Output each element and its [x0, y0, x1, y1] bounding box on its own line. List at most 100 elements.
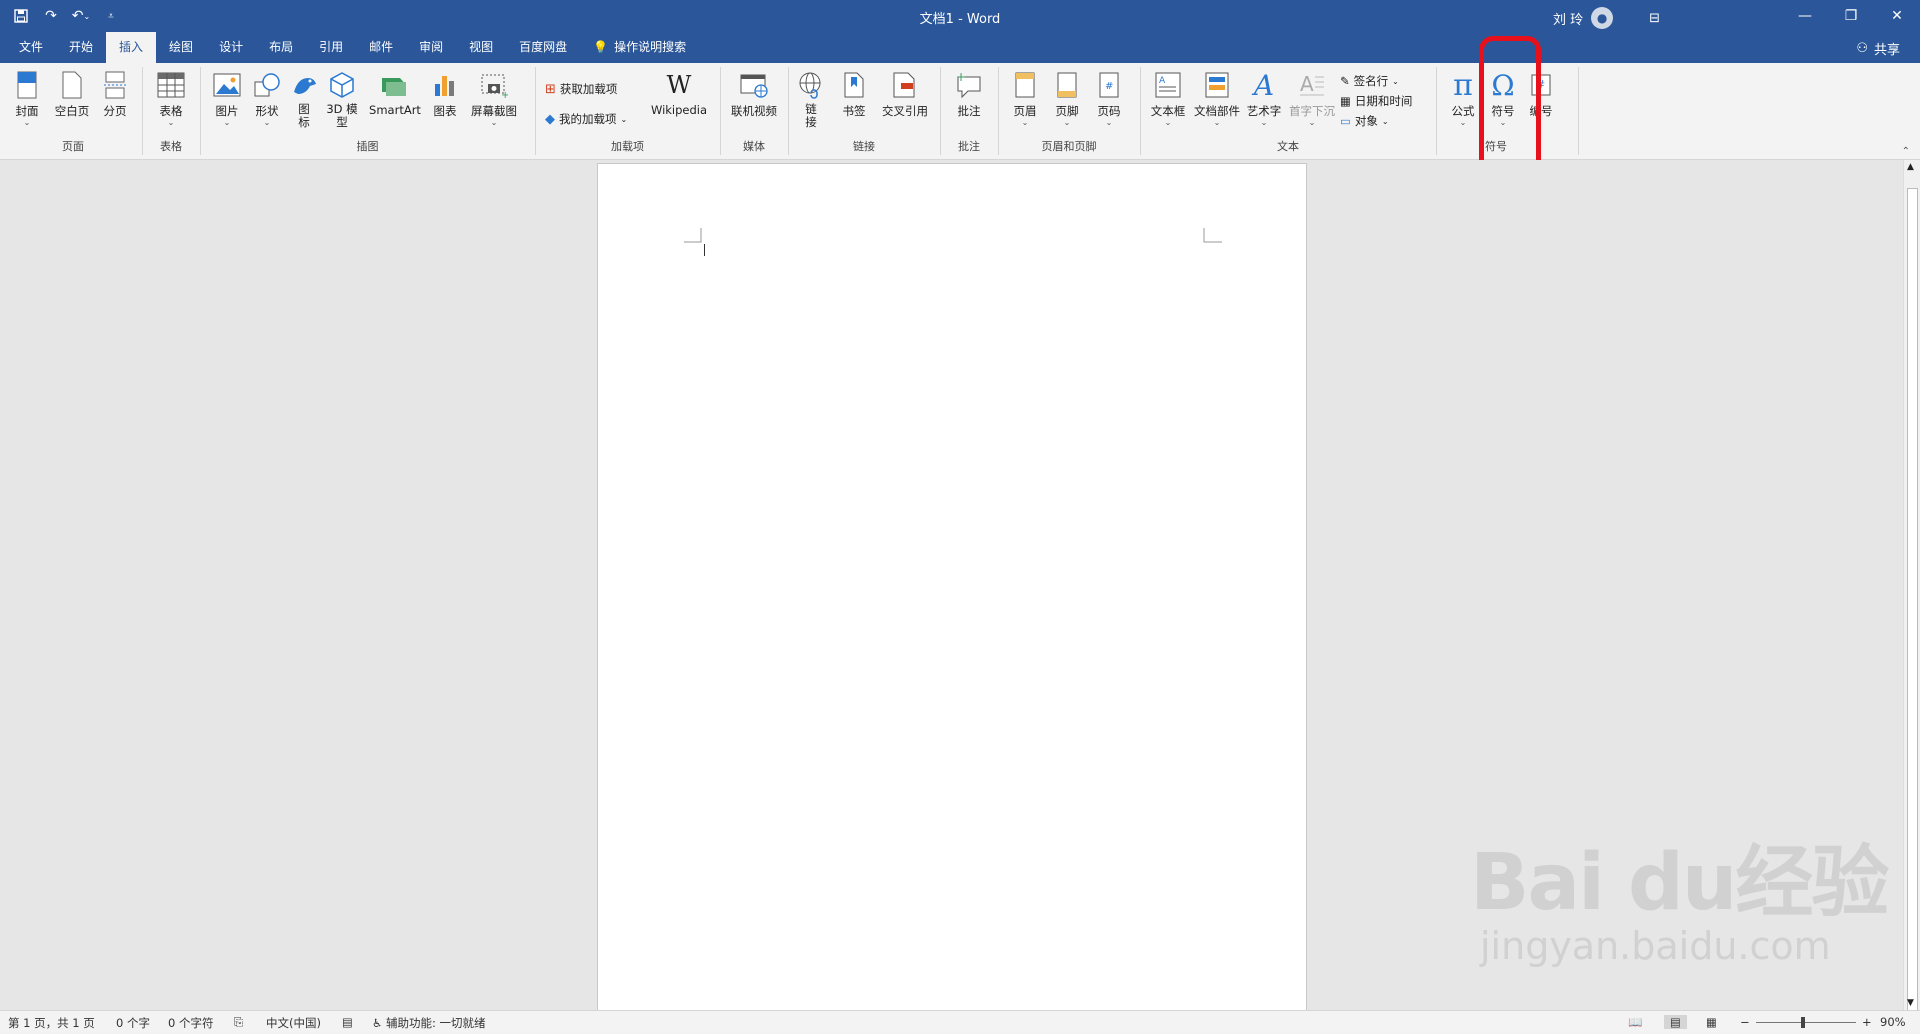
online-video-button[interactable]: 联机视频: [726, 69, 782, 119]
smartart-icon: [379, 69, 411, 101]
cross-reference-label: 交叉引用: [882, 104, 928, 118]
cover-page-icon: [11, 69, 43, 101]
shapes-button[interactable]: 形状 ⌄: [250, 69, 284, 127]
header-icon: [1009, 69, 1041, 101]
proofing-icon[interactable]: ⎘: [234, 1015, 243, 1030]
3d-models-label: 3D 模 型: [326, 102, 358, 129]
language[interactable]: 中文(中国): [266, 1015, 321, 1031]
scroll-down-icon[interactable]: ▼: [1907, 998, 1914, 1008]
comment-icon: +: [953, 69, 985, 101]
table-icon: [155, 69, 187, 101]
tab-baidu-netdisk[interactable]: 百度网盘: [506, 32, 580, 63]
chart-button[interactable]: 图表: [430, 69, 460, 119]
print-layout-icon[interactable]: ▤: [1664, 1015, 1687, 1029]
wikipedia-icon: W: [666, 71, 692, 99]
equation-button[interactable]: π 公式 ⌄: [1446, 68, 1480, 127]
quick-parts-button[interactable]: 文档部件 ⌄: [1192, 69, 1242, 127]
svg-text:+: +: [501, 90, 508, 98]
collapse-ribbon-icon[interactable]: ⌃: [1902, 146, 1910, 157]
cover-page-button[interactable]: 封面 ⌄: [10, 69, 44, 127]
store-icon: ⊞: [545, 81, 556, 97]
object-label: 对象: [1354, 114, 1378, 128]
footer-button[interactable]: 页脚 ⌄: [1050, 69, 1084, 127]
close-button[interactable]: ✕: [1874, 0, 1920, 32]
group-header-footer: 页眉 ⌄ 页脚 ⌄ # 页码 ⌄ 页眉和页脚: [998, 67, 1141, 155]
restore-button[interactable]: ❐: [1828, 0, 1874, 32]
chart-label: 图表: [433, 104, 457, 118]
minimize-button[interactable]: —: [1782, 0, 1828, 32]
tab-insert[interactable]: 插入: [106, 32, 157, 63]
user-account[interactable]: 刘 玲 ● ⊟: [1553, 7, 1660, 29]
highlight-box: [1479, 36, 1541, 178]
my-addins-label: 我的加载项: [559, 112, 617, 126]
accessibility-status[interactable]: ♿ 辅助功能: 一切就绪: [372, 1015, 486, 1031]
header-button[interactable]: 页眉 ⌄: [1008, 69, 1042, 127]
blank-page-button[interactable]: 空白页: [52, 69, 92, 119]
comment-label: 批注: [957, 104, 981, 118]
web-layout-icon[interactable]: ▦: [1706, 1015, 1717, 1029]
group-label-text: 文本: [1277, 140, 1299, 153]
zoom-in-icon[interactable]: +: [1862, 1015, 1872, 1029]
calendar-icon: ▦: [1340, 94, 1351, 108]
svg-text:A: A: [1159, 76, 1166, 86]
zoom-slider-thumb[interactable]: [1801, 1017, 1805, 1028]
zoom-level[interactable]: 90%: [1880, 1015, 1906, 1029]
blank-page-icon: [56, 69, 88, 101]
tab-review[interactable]: 审阅: [406, 32, 456, 63]
new-comment-button[interactable]: + 批注: [952, 69, 986, 119]
page-number-icon: #: [1093, 69, 1125, 101]
macro-icon[interactable]: ▤: [342, 1015, 353, 1029]
tab-file[interactable]: 文件: [6, 32, 56, 63]
word-count[interactable]: 0 个字: [116, 1015, 150, 1031]
equation-label: 公式: [1451, 104, 1475, 118]
ribbon-display-options-icon[interactable]: ⊟: [1649, 11, 1660, 26]
page-count[interactable]: 第 1 页，共 1 页: [8, 1015, 95, 1031]
my-addins-button[interactable]: ◆ 我的加载项 ⌄: [545, 111, 627, 127]
shapes-label: 形状: [255, 104, 279, 118]
zoom-out-icon[interactable]: −: [1740, 1015, 1750, 1029]
drop-cap-button[interactable]: A 首字下沉 ⌄: [1288, 69, 1336, 127]
tab-design[interactable]: 设计: [206, 32, 256, 63]
wordart-button[interactable]: A 艺术字 ⌄: [1244, 69, 1284, 127]
crop-mark-top-right: [1203, 228, 1222, 243]
wikipedia-button[interactable]: W Wikipedia: [647, 69, 711, 117]
accessibility-label: 辅助功能: 一切就绪: [385, 1016, 486, 1030]
signature-line-button[interactable]: ✎ 签名行 ⌄: [1340, 73, 1399, 89]
scroll-thumb[interactable]: [1907, 188, 1918, 1020]
tab-layout[interactable]: 布局: [256, 32, 306, 63]
text-cursor: [704, 244, 705, 256]
avatar[interactable]: ●: [1591, 7, 1614, 29]
wordart-label: 艺术字: [1246, 104, 1282, 118]
char-count[interactable]: 0 个字符: [168, 1015, 213, 1031]
tab-mailings[interactable]: 邮件: [356, 32, 406, 63]
vertical-scrollbar[interactable]: ▲ ▼: [1903, 160, 1920, 1020]
date-time-button[interactable]: ▦ 日期和时间: [1340, 93, 1412, 109]
read-mode-icon[interactable]: 📖: [1628, 1015, 1642, 1029]
tab-view[interactable]: 视图: [456, 32, 506, 63]
table-button[interactable]: 表格 ⌄: [152, 69, 190, 127]
tab-references[interactable]: 引用: [306, 32, 356, 63]
tab-draw[interactable]: 绘图: [156, 32, 206, 63]
screenshot-icon: +: [478, 69, 510, 101]
page-number-button[interactable]: # 页码 ⌄: [1092, 69, 1126, 127]
page-break-button[interactable]: 分页: [98, 69, 132, 119]
text-box-button[interactable]: A 文本框 ⌄: [1148, 69, 1188, 127]
cover-page-label: 封面: [15, 104, 39, 118]
zoom-slider[interactable]: [1756, 1017, 1856, 1028]
tell-me-search[interactable]: 💡 操作说明搜索: [580, 32, 699, 63]
pictures-button[interactable]: 图片 ⌄: [210, 69, 244, 127]
object-button[interactable]: ▭ 对象 ⌄: [1340, 113, 1389, 129]
link-button[interactable]: 链 接: [796, 69, 826, 129]
get-addins-button[interactable]: ⊞ 获取加载项: [545, 81, 617, 97]
icons-button[interactable]: 图 标: [292, 69, 316, 129]
document-page[interactable]: [597, 163, 1307, 1014]
smartart-button[interactable]: SmartArt: [366, 69, 424, 117]
bookmark-button[interactable]: 书签: [838, 69, 870, 119]
pictures-label: 图片: [215, 104, 239, 118]
tab-home[interactable]: 开始: [56, 32, 106, 63]
scroll-up-icon[interactable]: ▲: [1907, 162, 1914, 172]
cross-reference-button[interactable]: 交叉引用: [878, 69, 932, 119]
share-button[interactable]: ⚇ 共享: [1856, 39, 1900, 58]
3d-models-button[interactable]: 3D 模 型: [324, 69, 360, 129]
screenshot-button[interactable]: + 屏幕截图 ⌄: [468, 69, 520, 127]
